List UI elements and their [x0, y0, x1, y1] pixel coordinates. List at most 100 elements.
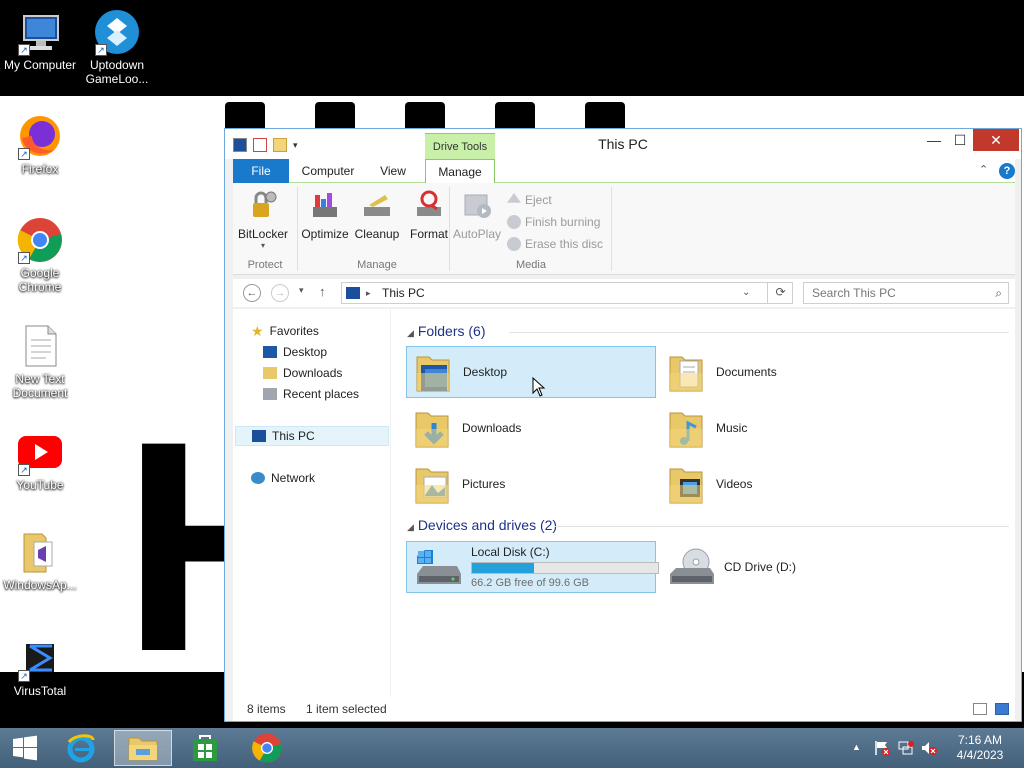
desktop-icon-text-document[interactable]: New Text Document [0, 322, 80, 400]
eject-button[interactable]: Eject [507, 191, 552, 209]
section-header-drives[interactable]: ◢ Devices and drives (2) [407, 517, 557, 533]
format-button[interactable]: Format [403, 189, 455, 241]
taskbar: ▲ 7:16 AM 4/4/2023 [0, 728, 1024, 768]
details-view-icon[interactable] [973, 703, 987, 715]
uptodown-icon: ↗ [93, 8, 141, 56]
folder-icon [16, 528, 64, 576]
address-bar[interactable]: ▸ This PC ⌄ [341, 282, 793, 304]
back-button[interactable]: ← [243, 284, 261, 302]
drive-tile-local-disk-c[interactable]: Local Disk (C:) 66.2 GB free of 99.6 GB [406, 541, 659, 593]
tab-view[interactable]: View [367, 159, 419, 183]
start-button[interactable] [0, 730, 50, 766]
folder-tile-pictures[interactable]: Pictures [406, 458, 656, 510]
address-dropdown-icon[interactable]: ⌄ [742, 283, 750, 303]
group-label-manage: Manage [357, 259, 397, 271]
folder-videos-icon [666, 463, 706, 505]
breadcrumb-this-pc[interactable]: This PC [382, 286, 425, 300]
store-icon [193, 735, 217, 761]
group-divider [449, 187, 450, 271]
taskbar-chrome[interactable] [238, 730, 296, 766]
desktop-icon-uptodown[interactable]: ↗ Uptodown GameLoo... [77, 8, 157, 86]
drive-tile-cd-drive-d[interactable]: CD Drive (D:) [660, 541, 910, 593]
nav-item-desktop[interactable]: Desktop [263, 342, 327, 362]
recent-locations-chevron-icon[interactable]: ▾ [299, 285, 304, 296]
nav-item-downloads[interactable]: Downloads [263, 363, 342, 383]
nav-item-network[interactable]: Network [251, 468, 315, 488]
tab-computer[interactable]: Computer [293, 159, 363, 183]
tiles-view-icon[interactable] [995, 703, 1009, 715]
maximize-button[interactable]: ☐ [947, 129, 973, 151]
network-tray-icon[interactable] [898, 740, 914, 759]
recent-places-icon [263, 388, 277, 400]
internet-explorer-icon [67, 734, 95, 763]
search-input[interactable]: Search This PC ⌕ [803, 282, 1009, 304]
folder-name: Pictures [462, 477, 506, 491]
tab-manage[interactable]: Manage [425, 159, 495, 184]
folder-tile-downloads[interactable]: Downloads [406, 402, 656, 454]
section-divider [509, 332, 1009, 333]
downloads-icon [263, 367, 277, 379]
firefox-icon: ↗ [16, 112, 64, 160]
tab-file[interactable]: File [233, 159, 289, 183]
desktop-icon-windowsapps[interactable]: WindowsAp... [0, 528, 80, 592]
key-lock-icon [247, 189, 279, 221]
finish-burning-button[interactable]: Finish burning [507, 213, 600, 231]
item-count: 8 items [247, 702, 286, 716]
minimize-button[interactable]: — [921, 129, 947, 151]
window-title: This PC [598, 136, 648, 152]
section-divider [555, 526, 1009, 527]
volume-muted-icon[interactable] [921, 740, 937, 759]
mouse-cursor-icon [532, 376, 546, 400]
this-pc-icon [252, 430, 266, 442]
drive-name: Local Disk (C:) [471, 545, 550, 559]
desktop-icon-firefox[interactable]: ↗ Firefox [0, 112, 80, 176]
disc-erase-icon [507, 237, 521, 251]
chevron-up-icon[interactable]: ⌃ [979, 163, 988, 176]
desktop-icon-youtube[interactable]: ↗ YouTube [0, 428, 80, 492]
drive-usage-fill [472, 563, 535, 573]
forward-button[interactable]: → [271, 284, 289, 302]
status-bar: 8 items 1 item selected [233, 697, 1015, 721]
cleanup-button[interactable]: Cleanup [351, 189, 403, 241]
taskbar-file-explorer[interactable] [114, 730, 172, 766]
computer-icon: ↗ [16, 8, 64, 56]
ribbon: BitLocker ▾ Protect Optimize Cleanup For… [233, 183, 1015, 275]
clock-date: 4/4/2023 [956, 748, 1004, 762]
collapse-triangle-icon: ◢ [407, 328, 414, 338]
group-label-protect: Protect [247, 259, 283, 271]
help-icon[interactable]: ? [999, 163, 1015, 179]
nav-item-this-pc[interactable]: This PC [235, 426, 389, 446]
search-icon: ⌕ [995, 286, 1002, 300]
format-icon [413, 189, 445, 221]
autoplay-button[interactable]: AutoPlay [451, 189, 503, 241]
system-clock[interactable]: 7:16 AM 4/4/2023 [944, 733, 1016, 763]
folder-tile-music[interactable]: Music [660, 402, 910, 454]
desktop-icon-my-computer[interactable]: ↗ My Computer [0, 8, 80, 72]
hard-drive-icon [413, 546, 461, 588]
show-hidden-icons-chevron-icon[interactable]: ▲ [852, 742, 861, 752]
refresh-button[interactable]: ⟳ [767, 282, 793, 304]
taskbar-internet-explorer[interactable] [52, 730, 110, 766]
folder-tile-videos[interactable]: Videos [660, 458, 910, 510]
nav-item-favorites[interactable]: ★ Favorites [251, 321, 319, 341]
up-arrow-icon[interactable]: ↑ [319, 284, 326, 299]
close-button[interactable]: ✕ [973, 129, 1019, 151]
folder-name: Documents [716, 365, 777, 379]
collapse-triangle-icon: ◢ [407, 522, 414, 532]
nav-item-recent-places[interactable]: Recent places [263, 384, 359, 404]
cd-drive-icon [666, 546, 714, 588]
optimize-icon [309, 189, 341, 221]
action-center-flag-icon[interactable] [874, 740, 890, 759]
folder-tile-desktop[interactable]: Desktop [406, 346, 656, 398]
folder-tile-documents[interactable]: Documents [660, 346, 910, 398]
taskbar-store[interactable] [176, 730, 234, 766]
desktop-icon-virustotal[interactable]: ↗ VirusTotal [0, 634, 80, 698]
breadcrumb-chevron-icon[interactable]: ▸ [366, 283, 371, 303]
folder-name: Music [716, 421, 748, 435]
title-bar[interactable]: ▾ Drive Tools This PC — ☐ ✕ [225, 129, 1021, 160]
optimize-button[interactable]: Optimize [299, 189, 351, 241]
section-header-folders[interactable]: ◢ Folders (6) [407, 323, 486, 339]
desktop-icon-chrome[interactable]: ↗ Google Chrome [0, 216, 80, 294]
bitlocker-button[interactable]: BitLocker ▾ [237, 189, 289, 250]
erase-disc-button[interactable]: Erase this disc [507, 235, 603, 253]
